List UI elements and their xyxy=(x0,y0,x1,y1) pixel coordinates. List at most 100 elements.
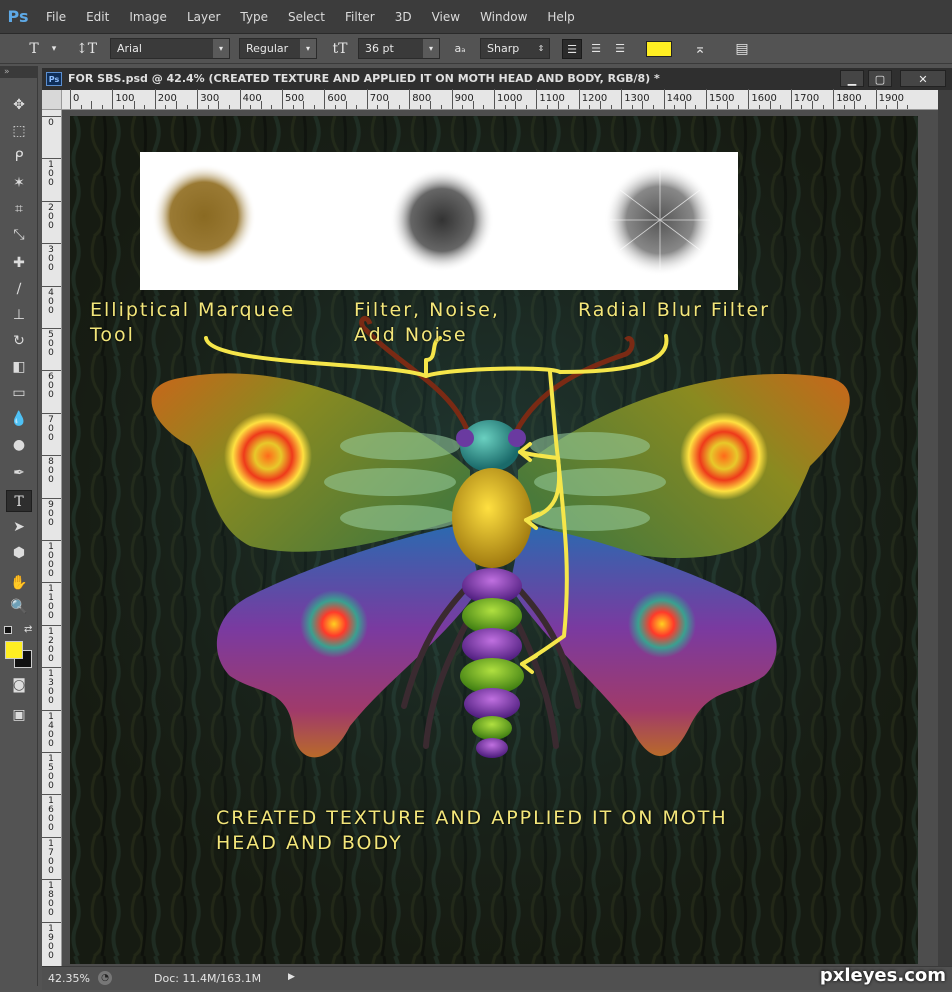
menu-file[interactable]: File xyxy=(36,10,76,24)
maximize-button[interactable]: ▢ xyxy=(868,70,892,87)
document-canvas[interactable]: Elliptical Marquee Tool Filter, Noise, A… xyxy=(70,116,918,964)
toolbox-collapse-icon[interactable]: » xyxy=(0,66,37,78)
ruler-minor-tick xyxy=(642,101,644,109)
font-size-select[interactable]: 36 pt ▾ xyxy=(358,38,440,59)
vertical-ruler[interactable]: 0 100 200 300 400 500 600 700 800 900 1000 1100 1200… xyxy=(41,110,62,966)
default-colors-icon[interactable] xyxy=(4,626,12,634)
ruler-minor-tick xyxy=(144,105,146,109)
type-tool-preset-icon[interactable]: T xyxy=(24,39,44,59)
close-button[interactable]: ✕ xyxy=(900,70,946,87)
label-radial-blur: Radial Blur Filter xyxy=(578,299,770,321)
ruler-label: 900 xyxy=(454,93,474,104)
character-panel-icon[interactable]: ▤ xyxy=(732,39,752,59)
preset-dropdown-icon[interactable]: ▾ xyxy=(44,39,64,59)
menu-type[interactable]: Type xyxy=(230,10,278,24)
ruler-tick xyxy=(41,158,61,160)
marquee-tool-icon[interactable]: ⬚ xyxy=(6,120,32,142)
menu-help[interactable]: Help xyxy=(537,10,584,24)
ruler-minor-tick xyxy=(812,101,813,109)
menu-view[interactable]: View xyxy=(422,10,470,24)
type-tool-icon[interactable]: T xyxy=(6,490,32,512)
ruler-minor-tick xyxy=(388,101,389,109)
shape-tool-icon[interactable]: ⬢ xyxy=(6,542,32,564)
gradient-tool-icon[interactable]: ▭ xyxy=(6,382,32,404)
crop-tool-icon[interactable]: ⌗ xyxy=(6,198,32,220)
ruler-minor-tick xyxy=(547,105,548,109)
caption-line-2: HEAD AND BODY xyxy=(216,832,403,854)
history-brush-icon[interactable]: ↻ xyxy=(6,330,32,352)
ruler-minor-tick xyxy=(695,105,697,109)
ruler-tick xyxy=(494,89,495,109)
menu-3d[interactable]: 3D xyxy=(385,10,422,24)
status-info-icon[interactable]: ◔ xyxy=(98,971,112,985)
menu-layer[interactable]: Layer xyxy=(177,10,230,24)
ruler-minor-tick xyxy=(854,101,856,109)
align-center-icon[interactable]: ☰ xyxy=(586,39,606,59)
horizontal-ruler[interactable]: 0 100 200 300 400 500 600 700 800 900 1000 1100 1200… xyxy=(62,89,938,110)
text-color-swatch[interactable] xyxy=(646,41,672,57)
align-right-icon[interactable]: ☰ xyxy=(610,39,630,59)
ruler-minor-tick xyxy=(737,105,739,109)
zoom-level[interactable]: 42.35% xyxy=(48,972,90,985)
eyedropper-icon[interactable]: ⤡ xyxy=(6,224,32,246)
vertical-scrollbar[interactable] xyxy=(938,90,952,966)
toolbox: » ✥ ⬚ ᑭ ✶ ⌗ ⤡ ✚ ∕ ⊥ ↻ ◧ ▭ 💧 ● ✒ T ➤ ⬢ ✋ … xyxy=(0,66,38,986)
ruler-minor-tick xyxy=(865,105,866,109)
dodge-tool-icon[interactable]: ● xyxy=(6,434,32,456)
menu-window[interactable]: Window xyxy=(470,10,537,24)
ruler-label: 1300 xyxy=(624,93,650,104)
minimize-button[interactable]: ▁ xyxy=(840,70,864,87)
font-style-select[interactable]: Regular ▾ xyxy=(239,38,317,59)
clone-stamp-icon[interactable]: ⊥ xyxy=(6,304,32,326)
pen-tool-icon[interactable]: ✒ xyxy=(6,462,32,484)
status-menu-arrow-icon[interactable]: ▶ xyxy=(288,972,295,982)
screen-mode-icon[interactable]: ▣ xyxy=(6,704,32,726)
ruler-tick xyxy=(41,328,61,329)
warp-text-icon[interactable]: ⌅ xyxy=(690,39,710,59)
ruler-minor-tick xyxy=(727,101,729,109)
swap-colors-icon[interactable]: ⇄ xyxy=(24,624,32,635)
ruler-label: 200 xyxy=(48,202,54,231)
ruler-label: 300 xyxy=(48,245,54,274)
ruler-tick xyxy=(41,412,61,414)
hand-tool-icon[interactable]: ✋ xyxy=(6,572,32,594)
ruler-tick xyxy=(748,89,750,109)
document-title-bar: Ps FOR SBS.psd @ 42.4% (CREATED TEXTURE … xyxy=(42,68,952,90)
zoom-tool-icon[interactable]: 🔍 xyxy=(6,596,32,618)
menu-image[interactable]: Image xyxy=(119,10,177,24)
align-left-icon[interactable]: ☰ xyxy=(562,39,582,59)
healing-brush-icon[interactable]: ✚ xyxy=(6,252,32,274)
quick-mask-icon[interactable]: ◙ xyxy=(6,674,32,696)
antialias-select[interactable]: Sharp ⇕ xyxy=(480,38,550,59)
ruler-tick xyxy=(41,921,61,923)
foreground-color-swatch[interactable] xyxy=(5,641,23,659)
eraser-icon[interactable]: ◧ xyxy=(6,356,32,378)
menu-select[interactable]: Select xyxy=(278,10,335,24)
ruler-tick xyxy=(41,243,61,245)
ruler-tick xyxy=(41,709,61,711)
ruler-minor-tick xyxy=(600,101,601,109)
lasso-tool-icon[interactable]: ᑭ xyxy=(6,146,32,168)
menu-filter[interactable]: Filter xyxy=(335,10,385,24)
ruler-tick xyxy=(578,89,580,109)
blur-tool-icon[interactable]: 💧 xyxy=(6,408,32,430)
ruler-minor-tick xyxy=(313,105,315,109)
font-family-select[interactable]: Arial ▾ xyxy=(110,38,230,59)
ruler-label: 1500 xyxy=(48,754,54,791)
ruler-label: 300 xyxy=(200,93,220,104)
menu-edit[interactable]: Edit xyxy=(76,10,119,24)
toggle-orientation-icon[interactable]: ↕T xyxy=(76,39,97,59)
path-selection-icon[interactable]: ➤ xyxy=(6,516,32,538)
photoshop-logo: Ps xyxy=(7,7,29,26)
ruler-label: 700 xyxy=(48,414,54,443)
magic-wand-icon[interactable]: ✶ xyxy=(6,172,32,194)
brush-tool-icon[interactable]: ∕ xyxy=(6,278,32,300)
artwork-svg xyxy=(70,116,918,964)
ruler-origin[interactable] xyxy=(42,90,62,110)
ruler-label: 800 xyxy=(48,457,54,486)
ruler-label: 1100 xyxy=(539,93,565,104)
font-style-value: Regular xyxy=(246,42,289,55)
move-tool-icon[interactable]: ✥ xyxy=(6,94,32,116)
ruler-label: 1400 xyxy=(666,93,693,104)
ruler-minor-tick xyxy=(589,105,591,109)
